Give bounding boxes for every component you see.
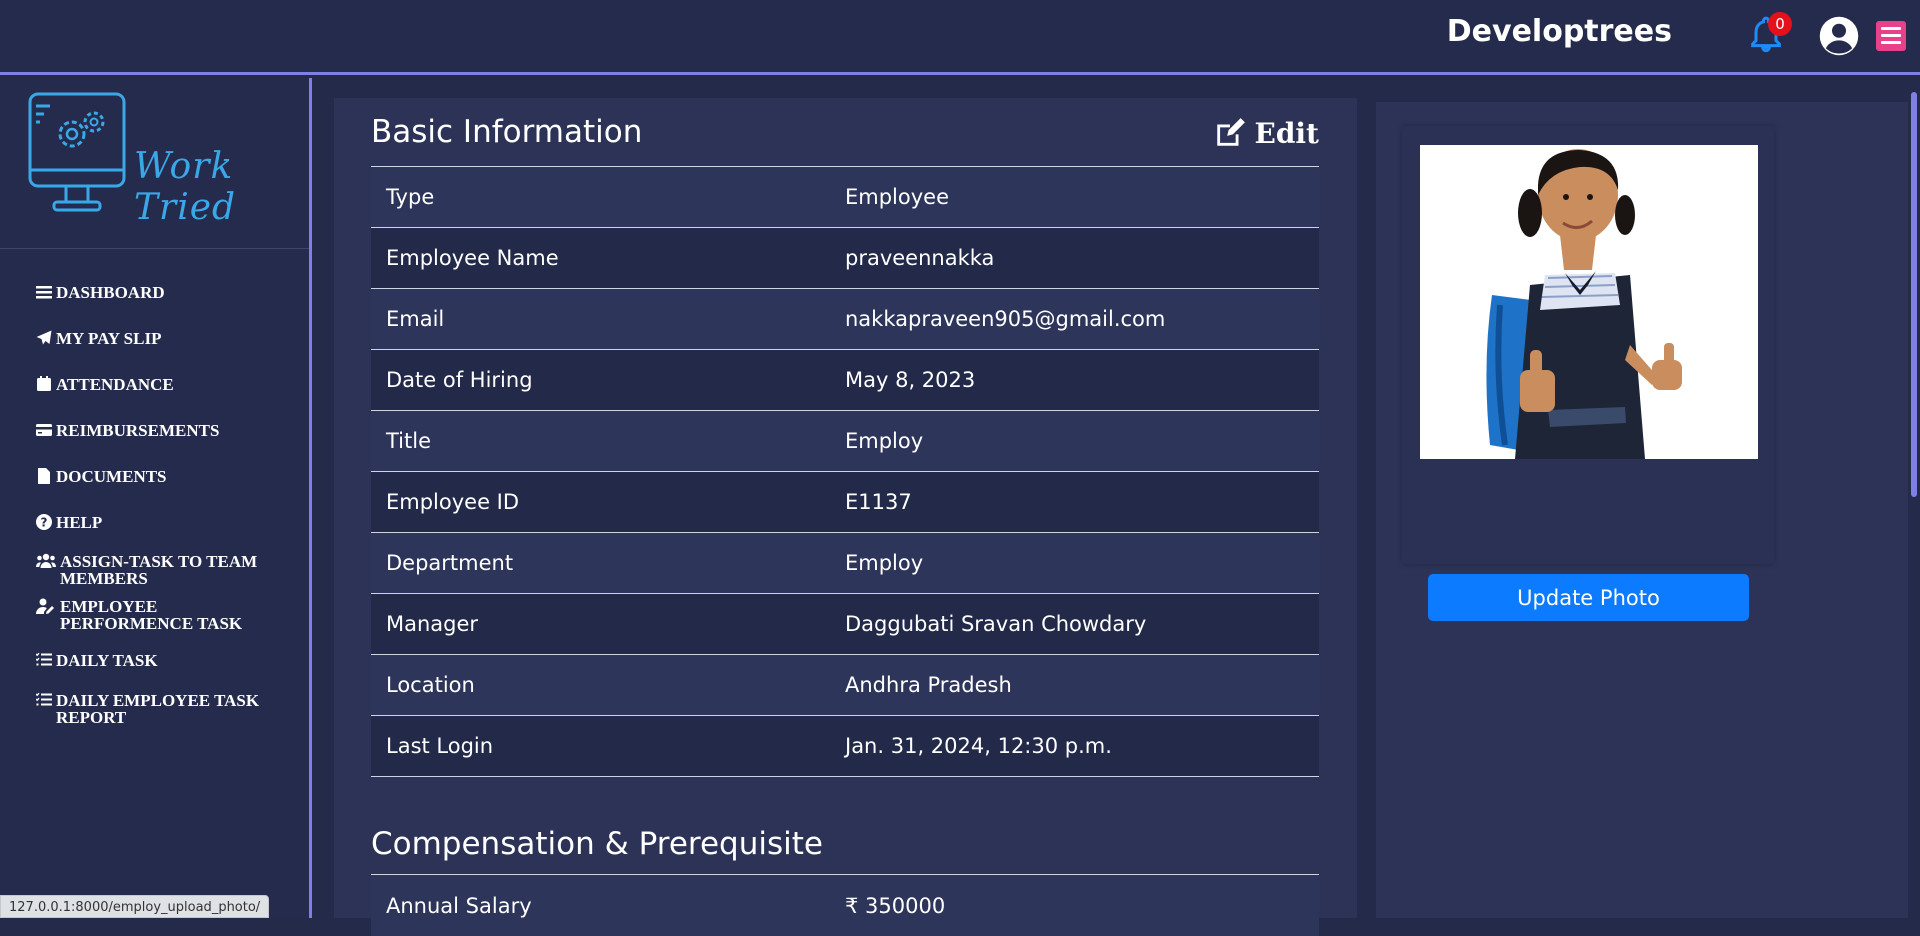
sidebar-item-label: DAILY TASK — [56, 651, 158, 670]
row-value: E1137 — [845, 490, 912, 514]
photo-panel: Update Photo — [1376, 102, 1912, 918]
basic-info-card: Basic Information Edit Type Employee Empl… — [334, 98, 1357, 936]
scrollbar-thumb[interactable] — [1911, 92, 1917, 497]
row-label: Email — [386, 307, 445, 331]
list-check-icon — [36, 652, 52, 666]
row-label: Manager — [386, 612, 479, 636]
notification-badge: 0 — [1768, 12, 1792, 36]
list-check-icon — [36, 692, 52, 706]
sidebar-item-assign-task[interactable]: ASSIGN-TASK TO TEAM MEMBERS — [36, 553, 296, 587]
row-label: Title — [386, 429, 432, 453]
users-icon — [36, 553, 56, 568]
basic-info-table: Type Employee Employee Name praveennakka E… — [371, 166, 1319, 777]
sidebar-item-reimbursements[interactable]: REIMBURSEMENTS — [36, 422, 219, 439]
row-value: ₹ 350000 — [845, 893, 946, 918]
monitor-gear-icon — [28, 92, 126, 212]
edit-label: Edit — [1254, 116, 1320, 150]
compensation-title: Compensation & Prerequisite — [371, 826, 823, 862]
table-row: Title Employ — [371, 411, 1319, 472]
row-label: Location — [386, 673, 475, 697]
row-label: Last Login — [386, 734, 494, 758]
paper-plane-icon — [36, 330, 52, 345]
row-label: Department — [386, 551, 514, 575]
sidebar-item-daily-employee-task-report[interactable]: DAILY EMPLOYEE TASK REPORT — [36, 692, 296, 726]
compensation-table: Annual Salary ₹ 350000 — [371, 874, 1319, 936]
sidebar-item-attendance[interactable]: ATTENDANCE — [36, 376, 174, 393]
row-value: May 8, 2023 — [845, 368, 976, 392]
row-value: Employee — [845, 185, 950, 209]
row-label: Employee Name — [386, 246, 559, 270]
sidebar-item-label: DOCUMENTS — [56, 467, 167, 486]
table-row: Email nakkapraveen905@gmail.com — [371, 289, 1319, 350]
sidebar-item-label: DAILY EMPLOYEE TASK REPORT — [56, 691, 260, 727]
row-value: Andhra Pradesh — [845, 673, 1012, 697]
table-row: Location Andhra Pradesh — [371, 655, 1319, 716]
bars-icon — [36, 286, 52, 299]
scrollbar[interactable] — [1908, 82, 1920, 918]
sidebar-divider — [0, 248, 309, 249]
sidebar-item-label: ASSIGN-TASK TO TEAM MEMBERS — [60, 552, 258, 588]
table-row: Last Login Jan. 31, 2024, 12:30 p.m. — [371, 716, 1319, 777]
row-value: praveennakka — [845, 246, 995, 270]
sidebar-item-label: REIMBURSEMENTS — [56, 421, 220, 440]
sidebar: Work Tried DASHBOARD MY PAY SLIP ATTENDA… — [0, 78, 312, 918]
edit-button[interactable]: Edit — [1213, 116, 1320, 150]
sidebar-item-label: HELP — [56, 513, 103, 532]
sidebar-item-label: MY PAY SLIP — [56, 329, 162, 348]
table-row: Annual Salary ₹ 350000 — [371, 875, 1319, 936]
photo-card — [1402, 126, 1774, 564]
sidebar-item-label: EMPLOYEE PERFORMENCE TASK — [60, 597, 243, 633]
question-circle-icon: ? — [36, 514, 52, 530]
sidebar-item-dashboard[interactable]: DASHBOARD — [36, 284, 165, 301]
profile-photo — [1420, 145, 1758, 459]
logo-text: Work Tried — [134, 146, 237, 228]
row-label: Employee ID — [386, 490, 520, 514]
row-label: Date of Hiring — [386, 368, 533, 392]
browser-status-url: 127.0.0.1:8000/employ_upload_photo/ — [0, 895, 270, 918]
brand-title: Developtrees — [1446, 14, 1672, 49]
table-row: Employee ID E1137 — [371, 472, 1319, 533]
table-row: Type Employee — [371, 167, 1319, 228]
basic-info-title: Basic Information — [371, 114, 643, 150]
row-value: Jan. 31, 2024, 12:30 p.m. — [845, 734, 1112, 758]
credit-card-icon — [36, 424, 52, 436]
sidebar-item-employee-performence-task[interactable]: EMPLOYEE PERFORMENCE TASK — [36, 598, 256, 632]
row-value: Daggubati Sravan Chowdary — [845, 612, 1147, 636]
sidebar-item-label: DASHBOARD — [56, 283, 165, 302]
calendar-icon — [37, 376, 51, 391]
user-edit-icon — [36, 598, 54, 614]
profile-photo-image — [1420, 145, 1758, 459]
hamburger-menu-button[interactable] — [1876, 21, 1906, 51]
table-row: Employee Name praveennakka — [371, 228, 1319, 289]
file-icon — [38, 468, 50, 484]
update-photo-button[interactable]: Update Photo — [1428, 574, 1749, 621]
row-value: nakkapraveen905@gmail.com — [845, 307, 1166, 331]
logo[interactable]: Work Tried — [28, 92, 288, 228]
row-label: Type — [386, 185, 435, 209]
table-row: Department Employ — [371, 533, 1319, 594]
sidebar-item-help[interactable]: ? HELP — [36, 514, 102, 531]
svg-text:?: ? — [41, 516, 48, 530]
sidebar-item-documents[interactable]: DOCUMENTS — [36, 468, 167, 485]
top-bar: Developtrees 0 — [0, 0, 1920, 75]
table-row: Date of Hiring May 8, 2023 — [371, 350, 1319, 411]
table-row: Manager Daggubati Sravan Chowdary — [371, 594, 1319, 655]
sidebar-item-my-pay-slip[interactable]: MY PAY SLIP — [36, 330, 161, 347]
edit-icon — [1216, 118, 1245, 146]
sidebar-item-label: ATTENDANCE — [56, 375, 174, 394]
sidebar-item-daily-task[interactable]: DAILY TASK — [36, 652, 158, 669]
user-avatar-icon[interactable] — [1818, 15, 1860, 57]
row-value: Employ — [845, 429, 924, 453]
row-value: Employ — [845, 551, 924, 575]
row-label: Annual Salary — [386, 893, 532, 918]
